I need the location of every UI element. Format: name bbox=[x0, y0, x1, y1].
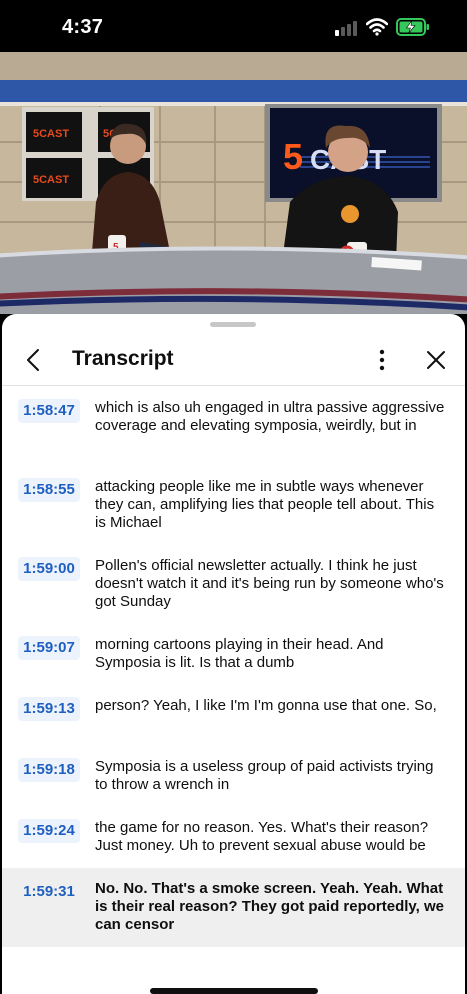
screen-logo-5: 5 bbox=[283, 136, 303, 177]
segment-text: Pollen's official newsletter actually. I… bbox=[95, 557, 444, 610]
segment-text: Symposia is a useless group of paid acti… bbox=[95, 758, 434, 793]
status-bar: 4:37 bbox=[0, 0, 467, 52]
transcript-segment-active[interactable]: 1:59:31 No. No. That's a smoke screen. Y… bbox=[2, 868, 465, 947]
segment-timestamp[interactable]: 1:58:55 bbox=[18, 478, 80, 502]
segment-timestamp[interactable]: 1:59:13 bbox=[18, 697, 80, 721]
segment-text: attacking people like me in subtle ways … bbox=[95, 478, 435, 531]
segment-timestamp[interactable]: 1:59:18 bbox=[18, 758, 80, 782]
segment-text: which is also uh engaged in ultra passiv… bbox=[95, 399, 445, 434]
transcript-list[interactable]: 1:58:47 which is also uh engaged in ultr… bbox=[2, 387, 465, 947]
transcript-segment[interactable]: 1:59:24 the game for no reason. Yes. Wha… bbox=[2, 807, 465, 868]
transcript-segment[interactable]: 1:59:13 person? Yeah, I like I'm I'm gon… bbox=[2, 685, 465, 746]
transcript-segment[interactable]: 1:59:00 Pollen's official newsletter act… bbox=[2, 545, 465, 624]
video-frame: 5CAST 5CAST 5CAST 5 CAST 5 5 bbox=[0, 52, 467, 314]
battery-charging-icon bbox=[396, 18, 429, 36]
segment-timestamp[interactable]: 1:58:47 bbox=[18, 399, 80, 423]
video-player[interactable]: 5CAST 5CAST 5CAST 5 CAST 5 5 bbox=[0, 52, 467, 314]
transcript-segment[interactable]: 1:59:18 Symposia is a useless group of p… bbox=[2, 746, 465, 807]
panel-title: Transcript bbox=[72, 347, 174, 370]
transcript-panel: Transcript 1:58:47 which is also uh enga… bbox=[2, 314, 465, 994]
transcript-segment[interactable]: 1:59:07 morning cartoons playing in thei… bbox=[2, 624, 465, 685]
segment-timestamp[interactable]: 1:59:31 bbox=[18, 880, 80, 904]
more-options-icon[interactable] bbox=[372, 346, 392, 374]
segment-timestamp[interactable]: 1:59:07 bbox=[18, 636, 80, 660]
transcript-segment[interactable]: 1:58:55 attacking people like me in subt… bbox=[2, 466, 465, 545]
close-icon[interactable] bbox=[422, 346, 450, 374]
status-time: 4:37 bbox=[62, 16, 104, 38]
segment-text: the game for no reason. Yes. What's thei… bbox=[95, 819, 429, 854]
home-indicator[interactable] bbox=[150, 988, 318, 994]
monitor-logo: 5CAST bbox=[33, 128, 69, 140]
cellular-signal-icon bbox=[335, 20, 359, 36]
segment-text: morning cartoons playing in their head. … bbox=[95, 636, 384, 671]
segment-text: No. No. That's a smoke screen. Yeah. Yea… bbox=[95, 880, 444, 933]
back-arrow-icon[interactable] bbox=[20, 346, 48, 374]
transcript-header: Transcript bbox=[2, 334, 465, 386]
wifi-icon bbox=[366, 18, 388, 36]
drag-handle[interactable] bbox=[210, 322, 256, 327]
segment-text: person? Yeah, I like I'm I'm gonna use t… bbox=[95, 697, 437, 714]
monitor-logo: 5CAST bbox=[33, 174, 69, 186]
transcript-segment[interactable]: 1:58:47 which is also uh engaged in ultr… bbox=[2, 387, 465, 466]
segment-timestamp[interactable]: 1:59:00 bbox=[18, 557, 80, 581]
segment-timestamp[interactable]: 1:59:24 bbox=[18, 819, 80, 843]
